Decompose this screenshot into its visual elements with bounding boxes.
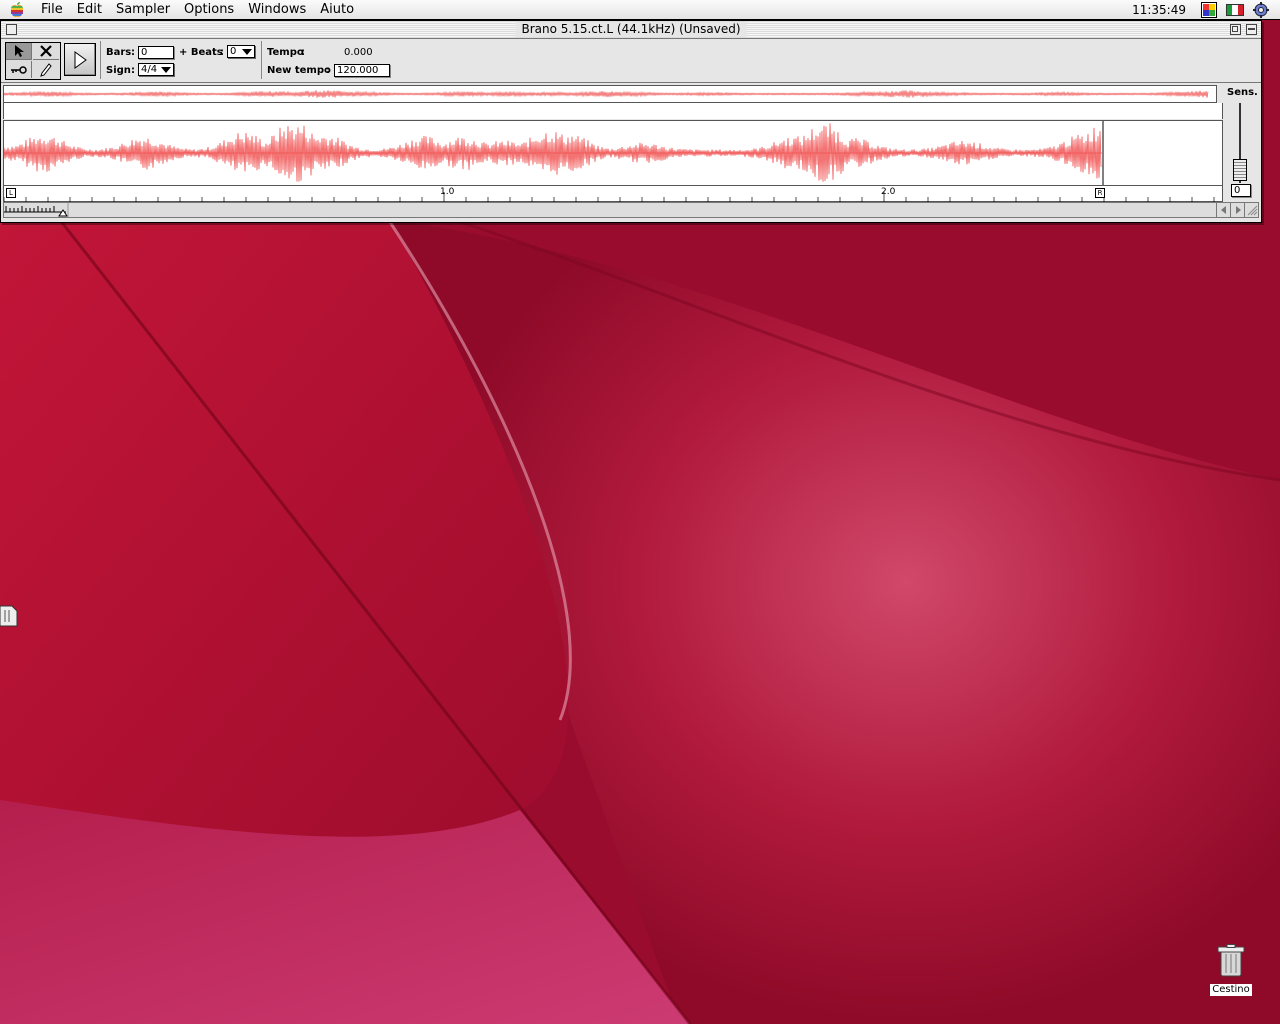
tempo-colon: :: [301, 47, 305, 58]
italian-flag-icon[interactable]: [1226, 2, 1244, 18]
key-icon[interactable]: [6, 61, 32, 78]
trash-can-graphic: [1217, 944, 1245, 977]
sign-popup[interactable]: 4/4: [138, 63, 174, 76]
scroll-left-button[interactable]: [1216, 203, 1230, 217]
arrow-left-icon: [1220, 206, 1226, 214]
pencil-icon[interactable]: [33, 61, 59, 78]
bars-label: Bars: [106, 47, 132, 58]
beats-value: 0: [230, 46, 237, 57]
trash-icon[interactable]: Cestino: [1206, 944, 1256, 996]
beats-colon: :: [220, 47, 224, 58]
ruler-label-2: 2.0: [881, 187, 896, 197]
erase-x-icon[interactable]: [33, 43, 59, 60]
sign-label: Sign: [106, 65, 131, 76]
sens-label: Sens.: [1227, 87, 1258, 98]
new-tempo-label: New tempo: [267, 65, 331, 76]
sens-slider-thumb[interactable]: [1233, 159, 1247, 181]
time-ruler[interactable]: L 1.0 2.0 R: [3, 186, 1223, 202]
overview-waveform-graphic: [3, 90, 1209, 98]
play-icon: [74, 50, 87, 69]
new-tempo-colon: :: [326, 65, 330, 76]
close-box-icon[interactable]: [6, 24, 17, 35]
waveform-window: Brano 5.15.ct.L (44.1kHz) (Unsaved) Bars…: [0, 20, 1262, 223]
menu-bar: File Edit Sampler Options Windows Aiuto …: [0, 0, 1280, 20]
sensitivity-panel: Sens. 0: [1225, 85, 1259, 202]
resize-grip-icon[interactable]: [1244, 203, 1258, 217]
trash-label: Cestino: [1210, 984, 1252, 996]
menubar-clock[interactable]: 11:35:49: [1132, 3, 1186, 17]
bars-colon: :: [131, 47, 135, 58]
chevron-down-icon: [242, 49, 252, 55]
play-button[interactable]: [64, 43, 96, 76]
window-titlebar[interactable]: Brano 5.15.ct.L (44.1kHz) (Unsaved): [1, 21, 1261, 39]
tempo-value: 0.000: [344, 47, 373, 58]
toolbar-separator: [261, 41, 262, 79]
menu-sampler[interactable]: Sampler: [109, 0, 177, 20]
window-title: Brano 5.15.ct.L (44.1kHz) (Unsaved): [515, 22, 747, 37]
scroll-right-button[interactable]: [1230, 203, 1244, 217]
zoom-ruler: [4, 203, 69, 217]
new-tempo-field[interactable]: 120.000: [334, 64, 390, 77]
apple-icon[interactable]: [0, 0, 34, 20]
beats-label: + Beats: [179, 47, 223, 58]
beats-popup[interactable]: 0: [227, 45, 255, 58]
loop-end-marker[interactable]: R: [1095, 188, 1105, 198]
sens-value-field[interactable]: 0: [1231, 184, 1251, 197]
sign-colon: :: [131, 65, 135, 76]
menu-windows[interactable]: Windows: [241, 0, 313, 20]
toolbar: Bars : 0 + Beats : 0 Sign : 4/4 Tempo : …: [1, 39, 1261, 83]
sign-value: 4/4: [141, 64, 158, 75]
tempo-label: Tempo: [267, 47, 304, 58]
chevron-down-icon: [161, 67, 171, 73]
loop-start-marker[interactable]: L: [6, 188, 16, 198]
tool-palette: [5, 42, 61, 80]
drawer-tab-icon[interactable]: [0, 604, 18, 628]
arrow-select-icon[interactable]: [6, 43, 32, 60]
colorsync-icon[interactable]: [1200, 2, 1218, 18]
main-waveform-graphic: [3, 121, 1104, 185]
overview-waveform[interactable]: [3, 85, 1217, 103]
main-waveform[interactable]: [3, 120, 1223, 186]
toolbar-separator: [100, 41, 101, 79]
arrow-right-icon: [1235, 206, 1241, 214]
ruler-ticks: [3, 192, 1215, 202]
collapse-box-icon[interactable]: [1246, 24, 1257, 35]
bars-field[interactable]: 0: [138, 46, 174, 59]
ruler-label-1: 1.0: [440, 187, 455, 197]
horizontal-scrollbar[interactable]: [3, 202, 1259, 218]
menu-file[interactable]: File: [34, 0, 70, 20]
menu-edit[interactable]: Edit: [70, 0, 109, 20]
application-switcher-icon[interactable]: [1252, 2, 1270, 18]
overview-gap: [3, 103, 1223, 119]
menu-aiuto[interactable]: Aiuto: [313, 0, 361, 20]
menu-options[interactable]: Options: [177, 0, 241, 20]
zoom-box-icon[interactable]: [1230, 24, 1241, 35]
